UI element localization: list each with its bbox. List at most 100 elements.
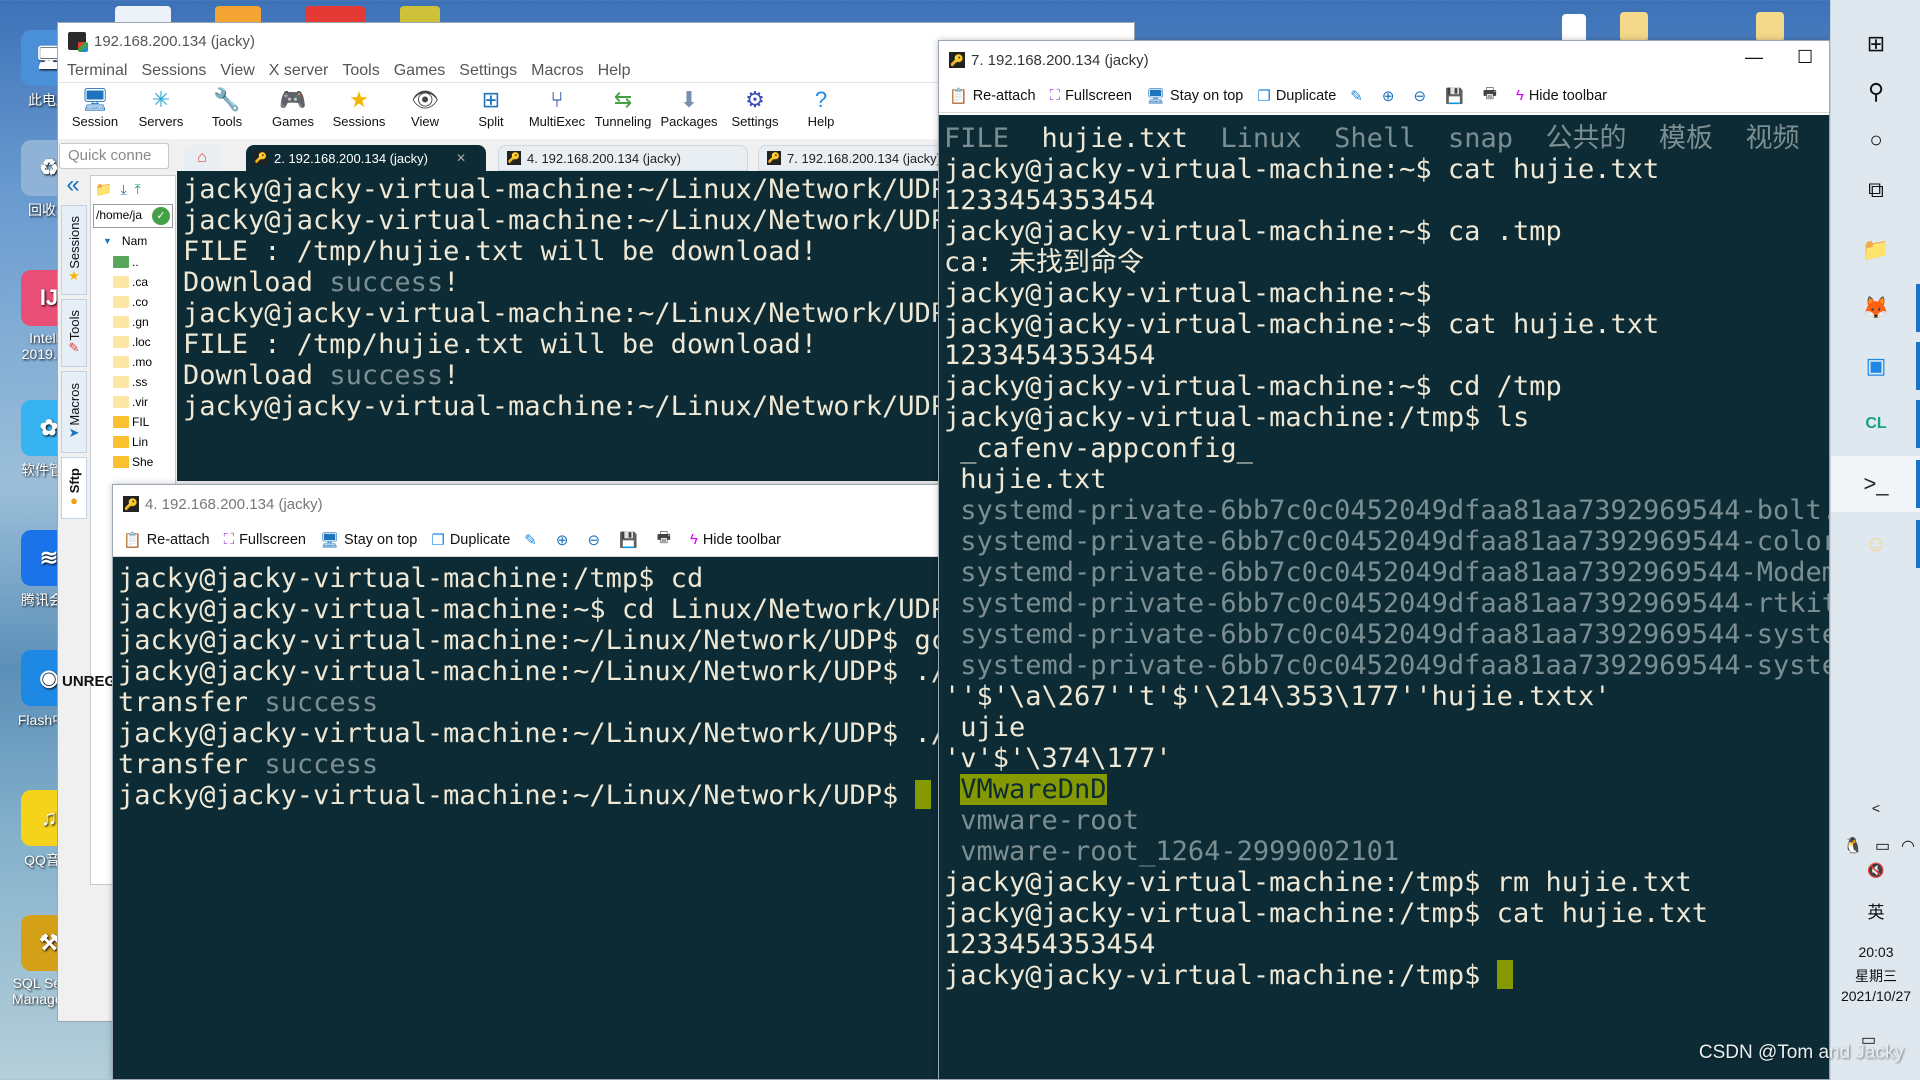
taskbar-clion-button[interactable]: CL [1831, 396, 1920, 452]
close-tab-icon[interactable]: ✕ [456, 151, 466, 165]
checkmark-icon[interactable]: ✓ [152, 207, 170, 225]
file-list-item[interactable]: .. [91, 252, 175, 272]
input-method-indicator[interactable]: 英 [1831, 898, 1920, 923]
file-list-item[interactable]: .vir [91, 392, 175, 412]
toolbar-sessions-button[interactable]: ★ Sessions [326, 83, 392, 129]
duplicate-button[interactable]: ❐ Duplicate [1257, 87, 1336, 105]
menu-x-server[interactable]: X server [269, 62, 329, 80]
avatar-icon: ☺ [1864, 531, 1888, 556]
terminal-line: transfer success [118, 749, 379, 780]
fullscreen-button[interactable]: ⛶ Fullscreen [1050, 87, 1132, 104]
print-button[interactable]: 🖶 [1483, 83, 1502, 108]
zoom-in-button[interactable]: ⊕ [1382, 87, 1400, 105]
taskbar-mobaxterm-button[interactable]: >_ [1831, 456, 1920, 512]
menu-macros[interactable]: Macros [531, 62, 583, 80]
file-list-item[interactable]: She [91, 452, 175, 472]
qq-icon[interactable]: 🐧 [1843, 836, 1863, 856]
file-list-item[interactable]: .loc [91, 332, 175, 352]
toolbar-multiexec-button[interactable]: ⑂ MultiExec [524, 83, 590, 129]
taskbar-avatar-app-button[interactable]: ☺ [1831, 516, 1920, 572]
menu-view[interactable]: View [220, 62, 254, 80]
file-list-item[interactable]: FIL [91, 412, 175, 432]
re-attach-button[interactable]: 📋 Re-attach [123, 531, 210, 549]
taskbar-task-view-button[interactable]: ⧉ [1831, 162, 1920, 218]
tab-session-4[interactable]: 🔑 4. 192.168.200.134 (jacky) [498, 145, 748, 171]
file-list-item[interactable]: .ca [91, 272, 175, 292]
volume-muted-icon[interactable]: 🔇 [1831, 862, 1920, 879]
collapse-sidebar-icon[interactable]: « [58, 171, 88, 199]
taskbar-cortana-button[interactable]: ○ [1831, 112, 1920, 168]
terminal-session-4[interactable]: jacky@jacky-virtual-machine:/tmp$ cd jack… [113, 557, 943, 1079]
zoom-out-icon: ⊖ [1413, 87, 1427, 105]
duplicate-button[interactable]: ❐ Duplicate [431, 531, 510, 549]
zoom-in-button[interactable]: ⊕ [556, 531, 574, 549]
show-hidden-icons-button[interactable]: < [1831, 800, 1920, 816]
window-4-title-bar[interactable]: 🔑 4. 192.168.200.134 (jacky) [113, 485, 943, 523]
minimize-button[interactable]: — [1745, 47, 1763, 68]
sidebar-tab-sessions[interactable]: Sessions ★ [61, 205, 87, 295]
parent-folder-icon[interactable]: 📁 [95, 181, 112, 198]
file-name: .ca [132, 275, 149, 289]
toolbar-servers-button[interactable]: ✳ Servers [128, 83, 194, 129]
menu-settings[interactable]: Settings [459, 62, 517, 80]
sidebar-tab-tools[interactable]: Tools ✎ [61, 299, 87, 367]
menu-terminal[interactable]: Terminal [67, 62, 127, 80]
terminal-line: hujie.txt [944, 464, 1107, 495]
quick-connect-input[interactable]: Quick conne [59, 143, 169, 169]
battery-icon[interactable]: ▭ [1875, 836, 1890, 856]
menu-help[interactable]: Help [598, 62, 631, 80]
toolbar-session-button[interactable]: 🖥 Session [62, 83, 128, 129]
terminal-session-7[interactable]: FILE hujie.txt Linux Shell snap 公共的 模板 视… [939, 115, 1829, 1079]
home-tab[interactable]: ⌂ [184, 145, 220, 171]
terminal-cursor [914, 780, 931, 809]
taskbar-firefox-button[interactable]: 🦊 [1831, 280, 1920, 336]
hide-toolbar-button[interactable]: ϟ Hide toolbar [690, 531, 781, 548]
wifi-icon[interactable]: ◠ [1901, 836, 1915, 856]
zoom-out-button[interactable]: ⊖ [587, 531, 605, 549]
file-list-item[interactable]: .gn [91, 312, 175, 332]
toolbar-settings-button[interactable]: ⚙ Settings [722, 83, 788, 129]
menu-sessions[interactable]: Sessions [141, 62, 206, 80]
stay-on-top-button[interactable]: 🖥 Stay on top [1146, 87, 1243, 105]
home-icon: ⌂ [197, 149, 207, 166]
toolbar-packages-button[interactable]: ⬇ Packages [656, 83, 722, 129]
sidebar-tab-macros[interactable]: Macros ➤ [61, 371, 87, 453]
upload-icon[interactable]: ⤒ [135, 181, 141, 198]
file-list-item[interactable]: .ss [91, 372, 175, 392]
download-icon[interactable]: ⤓ [120, 181, 126, 198]
toolbar-tools-button[interactable]: 🔧 Tools [194, 83, 260, 129]
menu-games[interactable]: Games [394, 62, 446, 80]
terminal-line: transfer success [118, 687, 379, 718]
file-list-item[interactable]: .mo [91, 352, 175, 372]
sidebar-tab-sftp[interactable]: Sftp ● [61, 457, 87, 519]
taskbar-file-explorer-button[interactable]: 📁 [1831, 222, 1920, 278]
print-button[interactable]: 🖶 [657, 527, 676, 552]
stay-on-top-button[interactable]: 🖥 Stay on top [320, 531, 417, 549]
toolbar-help-button[interactable]: ? Help [788, 83, 854, 129]
taskbar-vmware-button[interactable]: ▣ [1831, 338, 1920, 394]
print-icon: 🖶 [1482, 85, 1497, 102]
tab-session-2[interactable]: 🔑 2. 192.168.200.134 (jacky) ✕ [246, 145, 486, 171]
re-attach-button[interactable]: 📋 Re-attach [949, 87, 1036, 105]
toolbar-split-button[interactable]: ⊞ Split [458, 83, 524, 129]
toolbar-games-button[interactable]: 🎮 Games [260, 83, 326, 129]
menu-tools[interactable]: Tools [342, 62, 379, 80]
edit-button[interactable]: ✎ [524, 531, 542, 549]
hide-toolbar-button[interactable]: ϟ Hide toolbar [1516, 87, 1607, 104]
file-list-item[interactable]: Lin [91, 432, 175, 452]
clock-time[interactable]: 20:03 [1831, 944, 1920, 960]
toolbar-label: Duplicate [1275, 87, 1337, 104]
save-button[interactable]: 💾 [1445, 87, 1469, 105]
maximize-button[interactable]: ☐ [1797, 47, 1813, 68]
edit-button[interactable]: ✎ [1350, 87, 1368, 105]
terminal-session-2[interactable]: jacky@jacky-virtual-machine:~/Linux/Netw… [177, 171, 997, 481]
file-column-header[interactable]: ▼ Nam [91, 230, 175, 252]
zoom-out-button[interactable]: ⊖ [1413, 87, 1431, 105]
window-7-title-bar[interactable]: 🔑 7. 192.168.200.134 (jacky) [939, 41, 1829, 79]
file-list-item[interactable]: .co [91, 292, 175, 312]
fullscreen-button[interactable]: ⛶ Fullscreen [224, 531, 306, 548]
sftp-path-input[interactable]: /home/ja ✓ [93, 204, 173, 228]
toolbar-tunneling-button[interactable]: ⇆ Tunneling [590, 83, 656, 129]
toolbar-view-button[interactable]: 👁 View [392, 83, 458, 129]
save-button[interactable]: 💾 [619, 531, 643, 549]
